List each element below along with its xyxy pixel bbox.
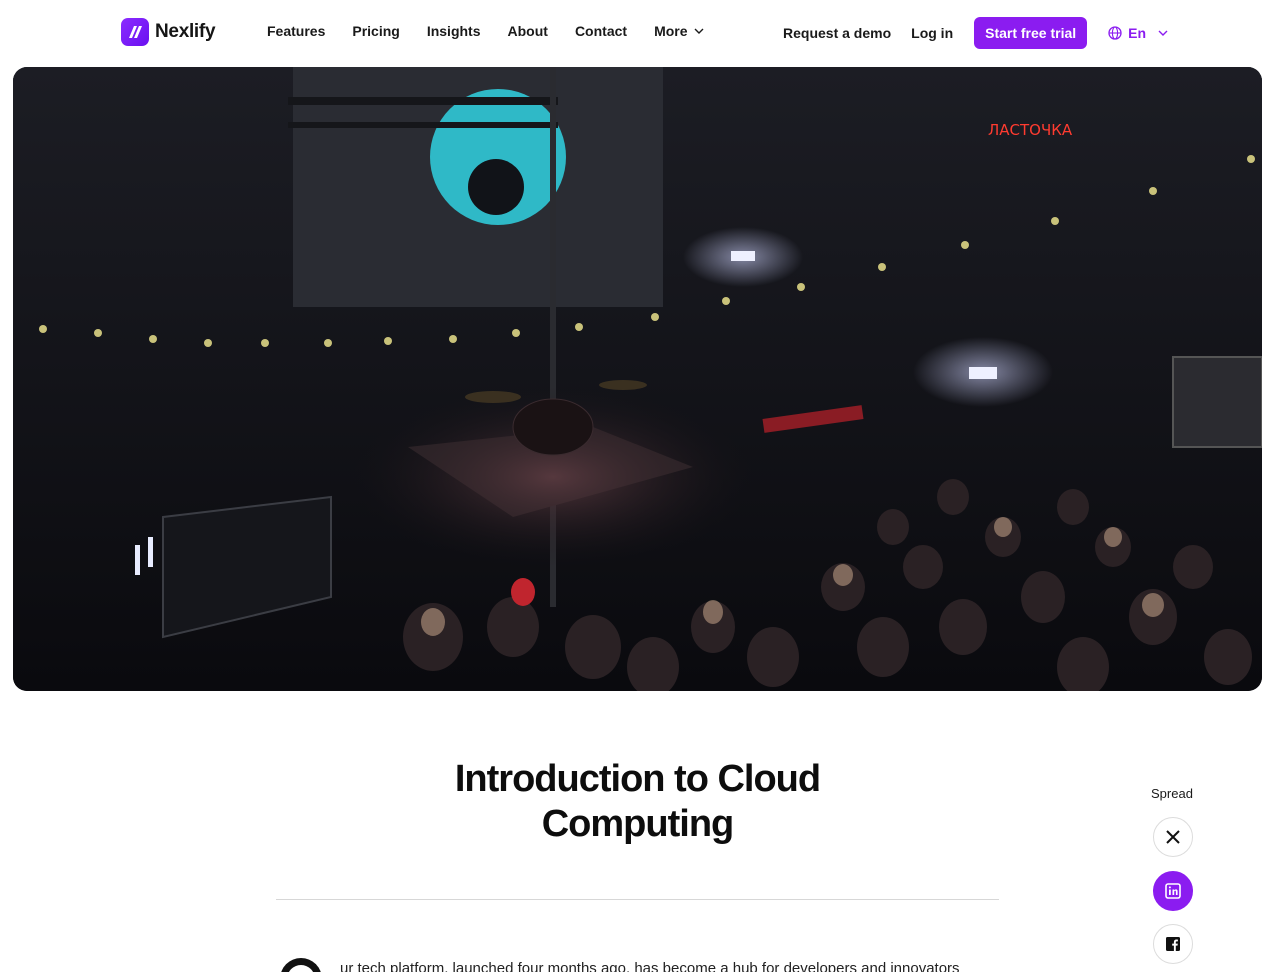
- share-label: Spread: [1151, 786, 1193, 801]
- title-divider: [276, 899, 999, 900]
- start-trial-button[interactable]: Start free trial: [974, 17, 1088, 49]
- globe-icon: [1108, 26, 1122, 40]
- neon-sign-text: ЛАСТОЧКА: [988, 121, 1073, 139]
- request-demo-link[interactable]: Request a demo: [783, 25, 891, 41]
- nav-contact[interactable]: Contact: [575, 23, 627, 39]
- nav-more-label: More: [654, 23, 688, 39]
- facebook-icon: [1166, 937, 1180, 951]
- login-link[interactable]: Log in: [911, 25, 953, 41]
- share-facebook-button[interactable]: [1153, 924, 1193, 964]
- logo-mark-icon: [121, 18, 149, 46]
- nav-features[interactable]: Features: [267, 23, 325, 39]
- language-selector[interactable]: En: [1108, 25, 1168, 41]
- article-title-line-1: Introduction to Cloud: [454, 758, 821, 800]
- chevron-down-icon: [694, 28, 704, 34]
- nav-more[interactable]: More: [654, 23, 704, 39]
- x-twitter-icon: [1166, 830, 1180, 844]
- nav-about[interactable]: About: [508, 23, 548, 39]
- linkedin-icon: [1165, 883, 1181, 899]
- nav-pricing[interactable]: Pricing: [352, 23, 399, 39]
- share-linkedin-button[interactable]: [1153, 871, 1193, 911]
- chevron-down-icon: [1158, 30, 1168, 36]
- header-actions: Request a demo Log in Start free trial E…: [783, 17, 1168, 49]
- nav-insights[interactable]: Insights: [427, 23, 481, 39]
- article-title: Introduction to Cloud Computing: [380, 757, 895, 847]
- concert-scene-illustration: ЛАСТОЧКА: [13, 67, 1262, 691]
- site-header: Nexlify Features Pricing Insights About …: [0, 0, 1275, 66]
- share-x-button[interactable]: [1153, 817, 1193, 857]
- article-title-line-2: Computing: [541, 803, 735, 845]
- brand-name: Nexlify: [155, 21, 216, 42]
- drop-cap-o: [280, 958, 322, 972]
- language-label: En: [1128, 25, 1147, 41]
- logo[interactable]: Nexlify: [121, 18, 216, 46]
- main-nav: Features Pricing Insights About Contact …: [267, 23, 704, 39]
- article-intro: ur tech platform, launched four months a…: [340, 960, 960, 972]
- hero-image: ЛАСТОЧКА: [13, 67, 1262, 691]
